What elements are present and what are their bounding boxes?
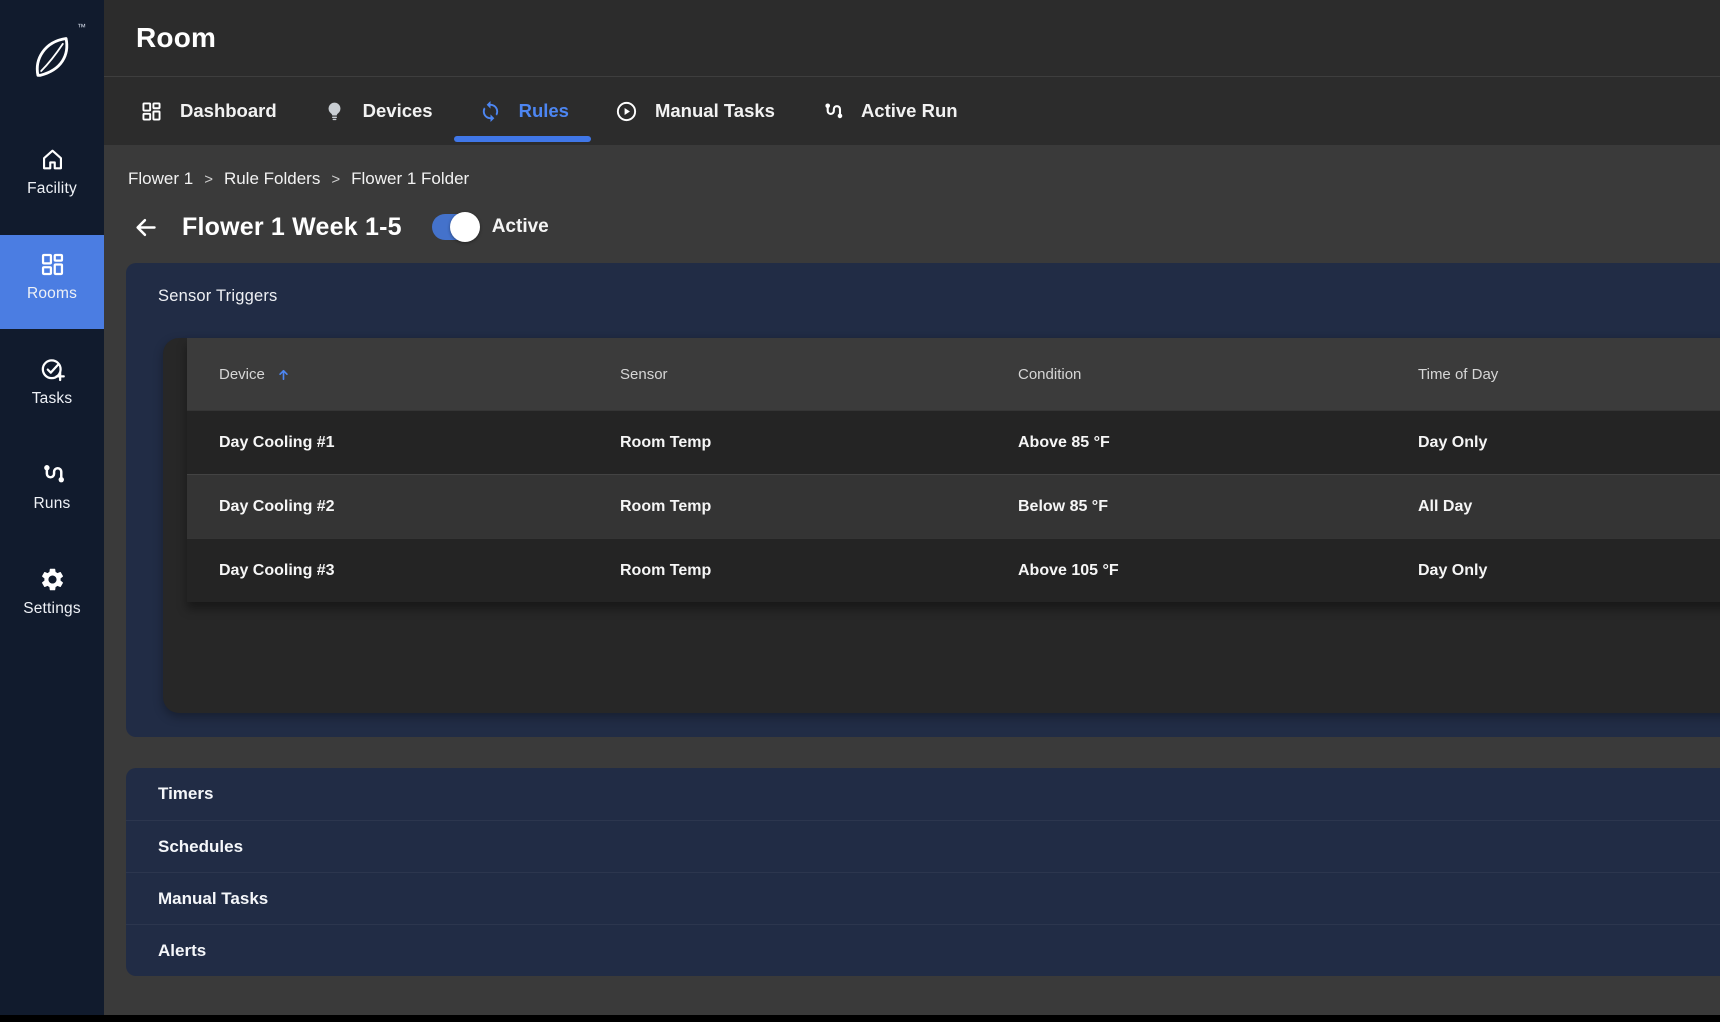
route-icon	[821, 100, 844, 123]
back-button[interactable]	[130, 212, 160, 242]
rule-title: Flower 1 Week 1-5	[182, 213, 402, 242]
top-header: Room	[104, 0, 1720, 76]
tab-active-run[interactable]: Active Run	[821, 77, 958, 145]
tab-rules[interactable]: Rules	[479, 77, 569, 145]
table-row[interactable]: Day Cooling #3 Room Temp Above 105 °F Da…	[187, 538, 1720, 602]
section-schedules[interactable]: Schedules	[126, 820, 1720, 872]
home-icon	[39, 146, 66, 173]
play-circle-icon	[615, 100, 638, 123]
sensor-triggers-table: Device Sensor Condition Time of Day	[187, 338, 1720, 602]
cell-device: Day Cooling #3	[187, 562, 620, 580]
tab-devices[interactable]: Devices	[323, 77, 433, 145]
sidebar-item-label: Rooms	[27, 285, 77, 303]
logo-trademark: ™	[77, 22, 86, 32]
tab-bar: Dashboard Devices Rules	[104, 76, 1720, 145]
sidebar: ™ Facility Rooms	[0, 0, 104, 1022]
breadcrumb-item[interactable]: Flower 1 Folder	[351, 169, 469, 189]
app-window: ™ Facility Rooms	[0, 0, 1720, 1022]
column-header-time-of-day[interactable]: Time of Day	[1418, 366, 1720, 383]
cell-sensor: Room Temp	[620, 498, 1018, 516]
task-check-plus-icon	[39, 356, 66, 383]
toggle-label: Active	[492, 216, 549, 238]
cell-sensor: Room Temp	[620, 562, 1018, 580]
sidebar-item-facility[interactable]: Facility	[0, 130, 104, 224]
tab-label: Active Run	[861, 100, 958, 122]
page-title: Room	[136, 22, 216, 54]
sync-icon	[479, 100, 502, 123]
sidebar-nav: Facility Rooms	[0, 130, 104, 655]
dashboard-grid-icon	[140, 100, 163, 123]
collapsed-sections-panel: Timers Schedules Manual Tasks Alerts	[126, 768, 1720, 976]
gear-icon	[39, 566, 66, 593]
breadcrumb-separator: >	[204, 171, 213, 188]
column-header-device[interactable]: Device	[187, 366, 620, 383]
content-area: Flower 1 > Rule Folders > Flower 1 Folde…	[104, 145, 1720, 1022]
tab-manual-tasks[interactable]: Manual Tasks	[615, 77, 775, 145]
main-area: Room Dashboard	[104, 0, 1720, 1022]
cell-condition: Below 85 °F	[1018, 498, 1418, 516]
tab-label: Dashboard	[180, 100, 277, 122]
screen-bottom-edge	[0, 1015, 1720, 1022]
section-alerts[interactable]: Alerts	[126, 924, 1720, 976]
cell-time-of-day: All Day	[1418, 498, 1720, 516]
section-title: Sensor Triggers	[158, 287, 277, 305]
back-arrow-icon	[132, 214, 159, 241]
sensor-triggers-panel: Sensor Triggers Device	[126, 263, 1720, 737]
breadcrumb-item[interactable]: Rule Folders	[224, 169, 320, 189]
rule-title-row: Flower 1 Week 1-5 Active	[130, 205, 1720, 249]
leaf-logo-icon	[26, 32, 78, 84]
active-toggle[interactable]	[432, 214, 478, 240]
section-timers[interactable]: Timers	[126, 768, 1720, 820]
tab-dashboard[interactable]: Dashboard	[140, 77, 277, 145]
cell-sensor: Room Temp	[620, 434, 1018, 452]
breadcrumb-separator: >	[331, 171, 340, 188]
sidebar-item-label: Tasks	[32, 390, 73, 408]
sidebar-item-label: Settings	[23, 600, 81, 618]
cell-device: Day Cooling #1	[187, 434, 620, 452]
tab-label: Rules	[519, 100, 569, 122]
table-header-row: Device Sensor Condition Time of Day	[187, 338, 1720, 410]
sidebar-item-tasks[interactable]: Tasks	[0, 340, 104, 434]
sensor-triggers-card: Device Sensor Condition Time of Day	[163, 338, 1720, 713]
sensor-triggers-header[interactable]: Sensor Triggers	[126, 263, 1720, 309]
column-header-condition[interactable]: Condition	[1018, 366, 1418, 383]
sidebar-item-runs[interactable]: Runs	[0, 445, 104, 539]
app-logo: ™	[0, 6, 104, 110]
sort-ascending-icon	[276, 367, 291, 382]
breadcrumb-item[interactable]: Flower 1	[128, 169, 193, 189]
sidebar-item-settings[interactable]: Settings	[0, 550, 104, 644]
table-row[interactable]: Day Cooling #2 Room Temp Below 85 °F All…	[187, 474, 1720, 538]
route-icon	[39, 461, 66, 488]
toggle-knob	[450, 212, 480, 242]
section-manual-tasks[interactable]: Manual Tasks	[126, 872, 1720, 924]
breadcrumb: Flower 1 > Rule Folders > Flower 1 Folde…	[128, 167, 1720, 191]
column-header-sensor[interactable]: Sensor	[620, 366, 1018, 383]
lightbulb-icon	[323, 100, 346, 123]
column-label: Device	[219, 366, 265, 383]
cell-condition: Above 85 °F	[1018, 434, 1418, 452]
cell-time-of-day: Day Only	[1418, 562, 1720, 580]
cell-device: Day Cooling #2	[187, 498, 620, 516]
table-row[interactable]: Day Cooling #1 Room Temp Above 85 °F Day…	[187, 410, 1720, 474]
sidebar-item-label: Runs	[34, 495, 71, 513]
sidebar-item-rooms[interactable]: Rooms	[0, 235, 104, 329]
rooms-grid-icon	[39, 251, 66, 278]
cell-time-of-day: Day Only	[1418, 434, 1720, 452]
cell-condition: Above 105 °F	[1018, 562, 1418, 580]
tab-label: Manual Tasks	[655, 100, 775, 122]
tab-label: Devices	[363, 100, 433, 122]
sidebar-item-label: Facility	[27, 180, 77, 198]
